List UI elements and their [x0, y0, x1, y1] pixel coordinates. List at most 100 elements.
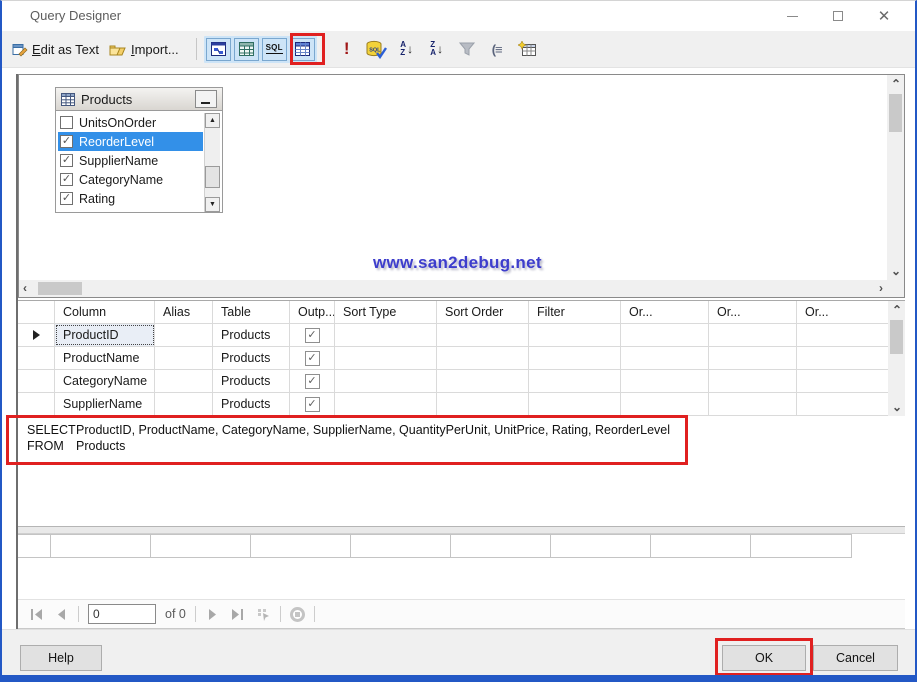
- filter-button[interactable]: [454, 36, 480, 62]
- help-button[interactable]: Help: [20, 645, 102, 671]
- cell-alias[interactable]: [155, 370, 213, 392]
- field-row-suppliername[interactable]: ✓ SupplierName: [58, 151, 203, 170]
- cell-or2[interactable]: [709, 370, 797, 392]
- pane-splitter[interactable]: [18, 526, 905, 534]
- results-cell[interactable]: [151, 535, 251, 557]
- scroll-thumb[interactable]: [38, 282, 82, 295]
- cell-sort-order[interactable]: [437, 347, 529, 369]
- cell-sort-order[interactable]: [437, 324, 529, 346]
- cell-sort-order[interactable]: [437, 393, 529, 415]
- output-checkbox[interactable]: ✓: [304, 396, 320, 412]
- cell-or2[interactable]: [709, 347, 797, 369]
- cell-or3[interactable]: [797, 370, 888, 392]
- scroll-down-icon[interactable]: ⌄: [892, 401, 902, 413]
- results-row-selector[interactable]: [18, 535, 51, 557]
- cell-alias[interactable]: [155, 393, 213, 415]
- cell-filter[interactable]: [529, 324, 621, 346]
- header-sort-order[interactable]: Sort Order: [437, 301, 529, 323]
- grid-vertical-scrollbar[interactable]: ⌃ ⌄: [888, 301, 905, 416]
- first-record-button[interactable]: [28, 606, 44, 622]
- cancel-query-button[interactable]: [289, 606, 305, 622]
- scroll-thumb[interactable]: [889, 94, 902, 132]
- cell-column[interactable]: SupplierName: [55, 393, 155, 415]
- header-or3[interactable]: Or...: [797, 301, 888, 323]
- row-selector[interactable]: [18, 324, 55, 346]
- field-checkbox[interactable]: ✓: [60, 154, 73, 167]
- cell-table[interactable]: Products: [213, 324, 290, 346]
- results-cell[interactable]: [651, 535, 751, 557]
- results-cell[interactable]: [451, 535, 551, 557]
- close-button[interactable]: ✕: [861, 1, 907, 31]
- row-selector[interactable]: [18, 393, 55, 415]
- scroll-up-button[interactable]: ▲: [205, 113, 220, 128]
- last-record-button[interactable]: [230, 606, 246, 622]
- scroll-thumb[interactable]: [205, 166, 220, 188]
- cell-column[interactable]: CategoryName: [55, 370, 155, 392]
- output-checkbox[interactable]: ✓: [304, 327, 320, 343]
- results-cell[interactable]: [551, 535, 651, 557]
- header-table[interactable]: Table: [213, 301, 290, 323]
- cell-or2[interactable]: [709, 393, 797, 415]
- header-or2[interactable]: Or...: [709, 301, 797, 323]
- header-sort-type[interactable]: Sort Type: [335, 301, 437, 323]
- header-filter[interactable]: Filter: [529, 301, 621, 323]
- scroll-left-icon[interactable]: ‹: [23, 282, 27, 294]
- record-number-input[interactable]: [88, 604, 156, 624]
- cell-table[interactable]: Products: [213, 393, 290, 415]
- row-selector[interactable]: [18, 370, 55, 392]
- cell-or1[interactable]: [621, 393, 709, 415]
- products-table-header[interactable]: Products: [55, 87, 223, 111]
- header-output[interactable]: Outp...: [290, 301, 335, 323]
- field-row-reorderlevel-selected[interactable]: ✓ ReorderLevel: [58, 132, 203, 151]
- cell-sort-type[interactable]: [335, 324, 437, 346]
- grid-row-productname[interactable]: ProductName Products ✓: [18, 347, 888, 370]
- grid-row-categoryname[interactable]: CategoryName Products ✓: [18, 370, 888, 393]
- scroll-down-icon[interactable]: ⌄: [891, 265, 901, 277]
- field-checkbox[interactable]: ✓: [60, 135, 73, 148]
- cell-filter[interactable]: [529, 393, 621, 415]
- previous-record-button[interactable]: [53, 606, 69, 622]
- scroll-up-icon[interactable]: ⌃: [892, 304, 902, 316]
- row-selector[interactable]: [18, 347, 55, 369]
- results-cell[interactable]: [51, 535, 151, 557]
- cell-or3[interactable]: [797, 324, 888, 346]
- field-row-rating[interactable]: ✓ Rating: [58, 189, 203, 208]
- cell-or1[interactable]: [621, 347, 709, 369]
- diagram-horizontal-scrollbar[interactable]: ‹ ›: [19, 280, 887, 297]
- cell-sort-order[interactable]: [437, 370, 529, 392]
- cell-or2[interactable]: [709, 324, 797, 346]
- scroll-up-icon[interactable]: ⌃: [891, 78, 901, 90]
- field-checkbox[interactable]: [60, 116, 73, 129]
- import-button[interactable]: Import...: [109, 42, 179, 57]
- cell-or3[interactable]: [797, 347, 888, 369]
- products-table-window[interactable]: Products UnitsOnOrder ✓ ReorderLevel ✓ S…: [55, 87, 223, 213]
- results-cell[interactable]: [751, 535, 851, 557]
- sort-ascending-button[interactable]: AZ ↓: [394, 36, 420, 62]
- maximize-button[interactable]: [815, 1, 861, 31]
- cell-or3[interactable]: [797, 393, 888, 415]
- output-checkbox[interactable]: ✓: [304, 373, 320, 389]
- minimize-button[interactable]: [769, 1, 815, 31]
- field-checkbox[interactable]: ✓: [60, 192, 73, 205]
- output-checkbox[interactable]: ✓: [304, 350, 320, 366]
- cell-sort-type[interactable]: [335, 347, 437, 369]
- cell-table[interactable]: Products: [213, 347, 290, 369]
- cell-or1[interactable]: [621, 370, 709, 392]
- cell-or1[interactable]: [621, 324, 709, 346]
- sql-pane[interactable]: SELECT ProductID, ProductName, CategoryN…: [6, 415, 905, 526]
- scroll-down-button[interactable]: ▼: [205, 197, 220, 212]
- cell-filter[interactable]: [529, 370, 621, 392]
- ok-button[interactable]: OK: [722, 645, 806, 671]
- header-alias[interactable]: Alias: [155, 301, 213, 323]
- add-table-button[interactable]: [514, 36, 540, 62]
- grid-pane-button[interactable]: [233, 37, 259, 61]
- group-by-button[interactable]: (≡: [484, 36, 510, 62]
- cell-column[interactable]: ProductName: [55, 347, 155, 369]
- grid-row-suppliername[interactable]: SupplierName Products ✓: [18, 393, 888, 416]
- move-to-new-row-button[interactable]: [255, 606, 271, 622]
- grid-row-productid[interactable]: ProductID Products ✓: [18, 324, 888, 347]
- cell-column[interactable]: ProductID: [55, 324, 155, 346]
- cell-sort-type[interactable]: [335, 393, 437, 415]
- diagram-vertical-scrollbar[interactable]: ⌃ ⌄: [887, 75, 904, 280]
- field-checkbox[interactable]: ✓: [60, 173, 73, 186]
